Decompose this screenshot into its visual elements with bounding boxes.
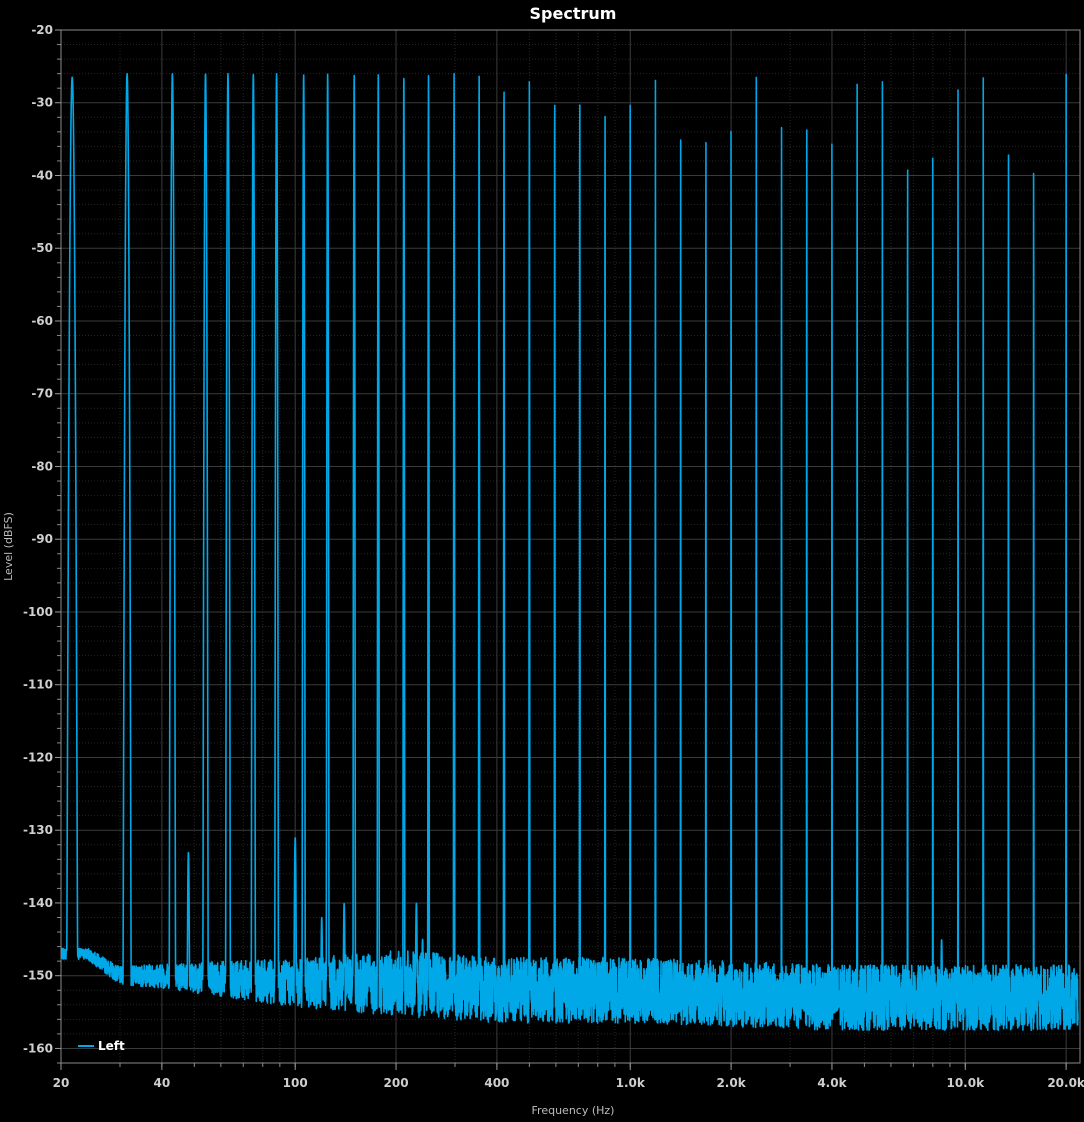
legend-label-left: Left xyxy=(98,1039,125,1053)
y-tick-label: -130 xyxy=(23,823,53,837)
y-tick-label: -140 xyxy=(23,896,53,910)
y-tick-label: -150 xyxy=(23,969,53,983)
y-tick-label: -20 xyxy=(31,23,53,37)
y-axis-label: Level (dBFS) xyxy=(2,512,15,581)
y-tick-label: -50 xyxy=(31,241,53,255)
y-tick-label: -110 xyxy=(23,678,53,692)
x-tick-label: 100 xyxy=(283,1076,308,1090)
x-axis-label: Frequency (Hz) xyxy=(532,1104,615,1117)
chart-background xyxy=(0,0,1084,1122)
y-tick-label: -30 xyxy=(31,96,53,110)
chart-title: Spectrum xyxy=(530,4,617,23)
x-tick-label: 10.0k xyxy=(946,1076,985,1090)
x-tick-label: 20 xyxy=(53,1076,70,1090)
x-tick-label: 200 xyxy=(384,1076,409,1090)
x-tick-label: 1.0k xyxy=(616,1076,646,1090)
y-tick-label: -80 xyxy=(31,459,53,473)
y-tick-label: -120 xyxy=(23,750,53,764)
spectrum-chart: Spectrum -20 -30 -40 -50 -60 -70 -80 -90 -100 -11… xyxy=(0,0,1084,1122)
y-tick-label: -60 xyxy=(31,314,53,328)
x-tick-label: 4.0k xyxy=(817,1076,847,1090)
y-tick-label: -40 xyxy=(31,168,53,182)
x-tick-label: 400 xyxy=(484,1076,509,1090)
y-tick-label: -160 xyxy=(23,1041,53,1055)
y-tick-label: -100 xyxy=(23,605,53,619)
x-tick-label: 40 xyxy=(154,1076,171,1090)
x-tick-label: 20.0k xyxy=(1047,1076,1084,1090)
y-tick-label: -70 xyxy=(31,387,53,401)
x-tick-label: 2.0k xyxy=(716,1076,746,1090)
y-tick-label: -90 xyxy=(31,532,53,546)
